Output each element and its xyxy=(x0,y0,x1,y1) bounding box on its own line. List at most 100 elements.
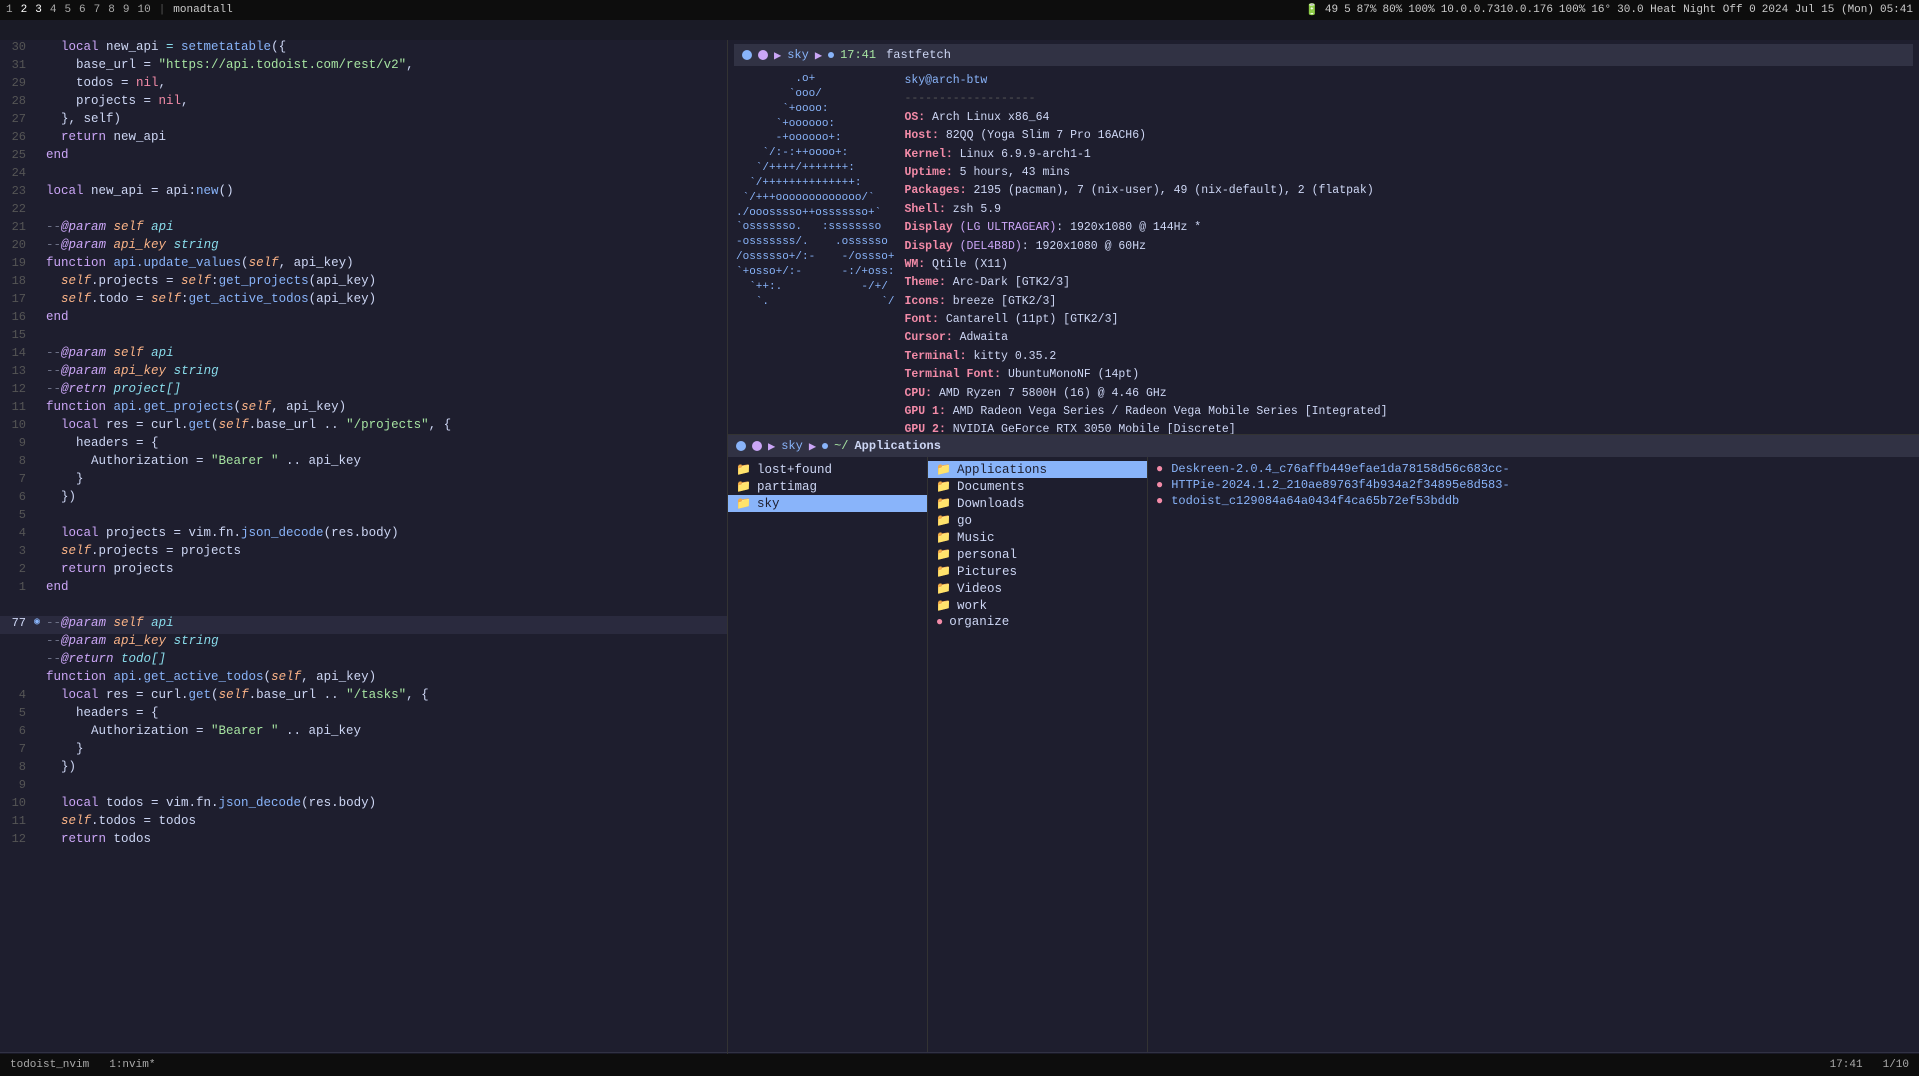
code-line: 2 return projects xyxy=(0,562,727,580)
code-line: 12 --@retrn project[] xyxy=(0,382,727,400)
scale-val: 100% xyxy=(1408,4,1434,16)
code-line: --@param api_key string xyxy=(0,634,727,652)
fb-item-label: Music xyxy=(957,531,995,545)
term-top: ▶ sky ▶ 17:41 fastfetch .o+ `ooo/ `+oooo… xyxy=(728,40,1919,435)
bottom-time: 17:41 xyxy=(1830,1059,1863,1071)
topbar-sep: | xyxy=(159,4,166,16)
fb-item-music[interactable]: 📁 Music xyxy=(928,529,1147,546)
code-line: 11 self.todos = todos xyxy=(0,814,727,832)
fb-item-sky[interactable]: 📁 sky xyxy=(728,495,927,512)
volume-val: 87% xyxy=(1357,4,1377,16)
term-title: fastfetch xyxy=(886,48,951,62)
file-browser[interactable]: 📁 lost+found 📁 partimag 📁 sky � xyxy=(728,457,1919,1052)
workspace-7[interactable]: 7 xyxy=(94,4,101,16)
code-line: 5 xyxy=(0,508,727,526)
term-dot-purple xyxy=(758,50,768,60)
code-line: 10 local res = curl.get(self.base_url ..… xyxy=(0,418,727,436)
code-line: 14 --@param self api xyxy=(0,346,727,364)
workspace-5[interactable]: 5 xyxy=(64,4,71,16)
code-line: 16 end xyxy=(0,310,727,328)
code-line: 1 end xyxy=(0,580,727,598)
fb-item-lost[interactable]: 📁 lost+found xyxy=(728,461,927,478)
fb-right-label: HTTPie-2024.1.2_210ae89763f4b934a2f34895… xyxy=(1171,478,1509,492)
workspace-1[interactable]: 1 xyxy=(6,4,13,16)
code-line: 18 self.projects = self:get_projects(api… xyxy=(0,274,727,292)
fastfetch-content: .o+ `ooo/ `+oooo: `+oooooo: -+oooooo+: `… xyxy=(734,68,1913,434)
term-bottom-bar: ▶ sky ▶ ~/Applications xyxy=(728,435,1919,457)
code-line: 29 todos = nil, xyxy=(0,76,727,94)
prompt-user: sky xyxy=(781,439,803,453)
fb-item-label: Videos xyxy=(957,582,1002,596)
fb-right-panel: ● Deskreen-2.0.4_c76affb449efae1da78158d… xyxy=(1148,457,1919,1052)
fb-item-applications[interactable]: 📁 Applications xyxy=(928,461,1147,478)
code-line: 22 xyxy=(0,202,727,220)
workspace-10[interactable]: 10 xyxy=(137,4,150,16)
fb-item-partimag[interactable]: 📁 partimag xyxy=(728,478,927,495)
workspace-3[interactable]: 3 xyxy=(35,4,42,16)
code-line: 6 }) xyxy=(0,490,727,508)
term-dot-small3 xyxy=(822,443,828,449)
fb-middle-panel: 📁 Applications 📁 Documents 📁 Downloads 📁… xyxy=(928,457,1148,1052)
code-line: 8 Authorization = "Bearer " .. api_key xyxy=(0,454,727,472)
fb-right-item-1[interactable]: ● Deskreen-2.0.4_c76affb449efae1da78158d… xyxy=(1156,461,1911,477)
fb-item-organize[interactable]: ● organize xyxy=(928,614,1147,630)
bottom-position: 1:nvim* xyxy=(109,1059,155,1071)
term-arrow2: ▶ xyxy=(815,48,822,63)
code-line: function api.get_active_todos(self, api_… xyxy=(0,670,727,688)
code-line: 17 self.todo = self:get_active_todos(api… xyxy=(0,292,727,310)
workspace-6[interactable]: 6 xyxy=(79,4,86,16)
fastfetch-ascii: .o+ `ooo/ `+oooo: `+oooooo: -+oooooo+: `… xyxy=(736,72,894,434)
code-line: 3 self.projects = projects xyxy=(0,544,727,562)
workspace-8[interactable]: 8 xyxy=(108,4,115,16)
fb-item-label: work xyxy=(957,599,987,613)
code-line: 8 }) xyxy=(0,760,727,778)
prompt-path: ~/ xyxy=(834,439,848,453)
fb-item-label: Pictures xyxy=(957,565,1017,579)
fb-item-label: organize xyxy=(949,615,1009,629)
fb-item-go[interactable]: 📁 go xyxy=(928,512,1147,529)
error-icon: ● xyxy=(936,615,943,629)
right-pane: ▶ sky ▶ 17:41 fastfetch .o+ `ooo/ `+oooo… xyxy=(728,40,1919,1074)
fb-right-item-2[interactable]: ● HTTPie-2024.1.2_210ae89763f4b934a2f348… xyxy=(1156,477,1911,493)
fb-item-pictures[interactable]: 📁 Pictures xyxy=(928,563,1147,580)
fb-item-label: partimag xyxy=(757,480,817,494)
fb-item-videos[interactable]: 📁 Videos xyxy=(928,580,1147,597)
fb-right-item-3[interactable]: ● todoist_c129084a64a0434f4ca65b72ef53bd… xyxy=(1156,493,1911,509)
editor-content[interactable]: 30 local new_api = setmetatable({ 31 bas… xyxy=(0,40,727,1052)
code-line: 21 --@param self api xyxy=(0,220,727,238)
time-val: 05:41 xyxy=(1880,4,1913,16)
error-icon: ● xyxy=(1156,462,1163,476)
fb-item-personal[interactable]: 📁 personal xyxy=(928,546,1147,563)
code-line xyxy=(0,598,727,616)
code-line: 12 return todos xyxy=(0,832,727,850)
code-line: 9 headers = { xyxy=(0,436,727,454)
code-line: 30 local new_api = setmetatable({ xyxy=(0,40,727,58)
wm-name: monadtall xyxy=(173,4,232,16)
brightness-val: 5 xyxy=(1344,4,1351,16)
code-line: 7 } xyxy=(0,742,727,760)
term-time: 17:41 xyxy=(840,48,876,62)
workspace-9[interactable]: 9 xyxy=(123,4,130,16)
fb-item-documents[interactable]: 📁 Documents xyxy=(928,478,1147,495)
fb-item-downloads[interactable]: 📁 Downloads xyxy=(928,495,1147,512)
ip-val: 10.0.0.7310.0.176 xyxy=(1441,4,1553,16)
term-label: sky xyxy=(787,48,809,62)
code-line: 15 xyxy=(0,328,727,346)
code-line: 23 local new_api = api:new() xyxy=(0,184,727,202)
topbar-right: 🔋 49 5 87% 80% 100% 10.0.0.7310.0.176 10… xyxy=(1305,3,1913,17)
bottombar-left: todoist_nvim 1:nvim* xyxy=(10,1059,155,1071)
code-line: 7 } xyxy=(0,472,727,490)
term-arrow5: ▶ xyxy=(768,439,775,454)
code-line: 26 return new_api xyxy=(0,130,727,148)
term-dot-sky3 xyxy=(736,441,746,451)
folder-icon: 📁 xyxy=(936,479,951,494)
code-line: 19 function api.update_values(self, api_… xyxy=(0,256,727,274)
workspace-4[interactable]: 4 xyxy=(50,4,57,16)
battery-icon: 🔋 xyxy=(1305,3,1319,17)
battery-val: 49 xyxy=(1325,4,1338,16)
folder-icon: 📁 xyxy=(736,479,751,494)
folder-icon: 📁 xyxy=(736,496,751,511)
workspace-2[interactable]: 2 xyxy=(21,4,28,16)
fastfetch-terminal[interactable]: ▶ sky ▶ 17:41 fastfetch .o+ `ooo/ `+oooo… xyxy=(728,40,1919,434)
fb-item-work[interactable]: 📁 work xyxy=(928,597,1147,614)
